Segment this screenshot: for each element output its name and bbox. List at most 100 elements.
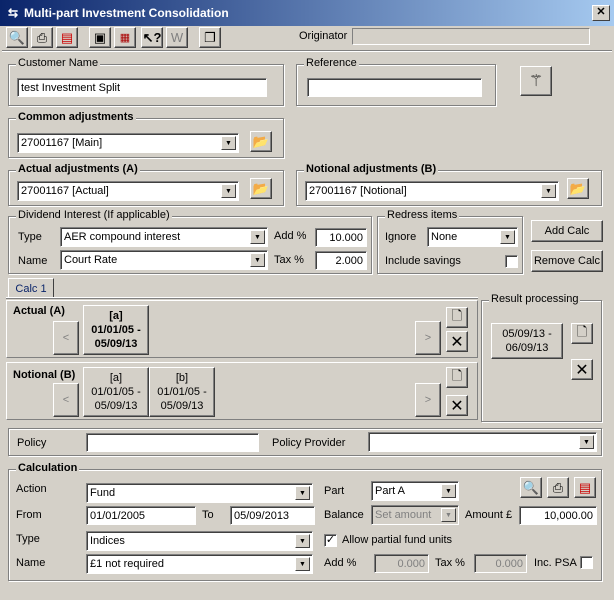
notional-prev-button[interactable]: < (53, 383, 79, 417)
redress-ignore-value: None (431, 231, 458, 243)
dividend-interest-group: Dividend Interest (If applicable) Type A… (8, 209, 372, 274)
dividend-add-input[interactable]: 10.000 (315, 228, 367, 247)
magic-wand-button[interactable]: ⚚ (520, 66, 552, 96)
help-button[interactable]: ↖? (141, 27, 163, 48)
copy-button[interactable]: ❐ (199, 27, 221, 48)
actual-adjustments-select[interactable]: 27001167 [Actual] ▼ (17, 181, 239, 201)
calc-preview-button[interactable]: 🔍 (520, 477, 542, 498)
part-select[interactable]: Part A ▼ (371, 481, 459, 501)
actual-parts-panel: Actual (A) < [a] 01/01/05 - 05/09/13 > 🗋… (6, 300, 478, 358)
customer-name-legend: Customer Name (16, 57, 101, 69)
dividend-name-select[interactable]: Court Rate ▼ (60, 250, 268, 270)
window-title: Multi-part Investment Consolidation (24, 6, 229, 20)
chevron-down-icon[interactable]: ▼ (579, 435, 594, 449)
delete-button[interactable]: ▦ (114, 27, 136, 48)
redress-ignore-select[interactable]: None ▼ (427, 227, 518, 247)
action-select[interactable]: Fund ▼ (86, 483, 313, 503)
policy-input[interactable] (86, 433, 259, 452)
customer-name-group: Customer Name test Investment Split (8, 57, 284, 106)
app-icon: ⇆ (7, 6, 19, 20)
notional-parts-panel: Notional (B) < [a] 01/01/05 - 05/09/13 [… (6, 362, 478, 420)
notional-adjustments-select[interactable]: 27001167 [Notional] ▼ (305, 181, 559, 201)
from-date-input[interactable]: 01/01/2005 (86, 506, 196, 525)
dividend-tax-input[interactable]: 2.000 (315, 251, 367, 270)
calc-add-input[interactable]: 0.000 (374, 554, 429, 573)
actual-next-button[interactable]: > (415, 321, 441, 355)
floppy-disk-icon: ▣ (93, 29, 107, 45)
result-new-button[interactable]: 🗋 (571, 323, 593, 344)
notional-part-b-button[interactable]: [b] 01/01/05 - 05/09/13 (149, 367, 215, 417)
balance-select[interactable]: Set amount ▼ (371, 505, 459, 525)
chevron-down-icon[interactable]: ▼ (221, 184, 236, 198)
title-bar: ⇆ Multi-part Investment Consolidation ✕ (0, 0, 614, 26)
to-date-input[interactable]: 05/09/2013 (230, 506, 315, 525)
actual-adjustments-open-button[interactable]: 📂 (250, 178, 272, 199)
chevron-down-icon[interactable]: ▼ (221, 136, 236, 150)
tab-calc-1[interactable]: Calc 1 (8, 278, 54, 298)
customer-name-input[interactable]: test Investment Split (17, 78, 267, 97)
chevron-down-icon[interactable]: ▼ (295, 557, 310, 571)
notional-part-a-button[interactable]: [a] 01/01/05 - 05/09/13 (83, 367, 149, 417)
allow-partial-units-checkbox[interactable]: ✓ (324, 534, 337, 547)
notional-next-button[interactable]: > (415, 383, 441, 417)
policy-group: Policy Policy Provider ▼ (8, 428, 602, 456)
pdf-button[interactable]: ▤ (56, 27, 78, 48)
word-document-icon: W (170, 30, 184, 45)
common-adjustments-open-button[interactable]: 📂 (250, 131, 272, 152)
calc-tax-input[interactable]: 0.000 (474, 554, 527, 573)
printer-icon: ⎙ (552, 479, 564, 495)
add-calc-button[interactable]: Add Calc (531, 220, 603, 242)
actual-adjustments-legend: Actual adjustments (A) (16, 163, 140, 175)
chevron-down-icon[interactable]: ▼ (500, 230, 515, 244)
preview-button[interactable]: 🔍 (6, 27, 28, 48)
chevron-down-icon[interactable]: ▼ (250, 253, 265, 267)
common-adjustments-select[interactable]: 27001167 [Main] ▼ (17, 133, 239, 153)
save-button[interactable]: ▣ (89, 27, 111, 48)
notional-adjustments-open-button[interactable]: 📂 (567, 178, 589, 199)
new-document-icon: 🗋 (451, 307, 463, 323)
word-button[interactable]: W (166, 27, 188, 48)
close-window-button[interactable]: ✕ (592, 5, 610, 21)
print-preview-icon: 🔍 (522, 479, 540, 495)
reference-input[interactable] (307, 78, 482, 97)
printer-icon: ⎙ (36, 29, 48, 45)
chevron-down-icon[interactable]: ▼ (441, 508, 456, 522)
pdf-icon: ▤ (578, 479, 592, 495)
actual-prev-button[interactable]: < (53, 321, 79, 355)
result-delete-button[interactable]: ✕ (571, 359, 593, 380)
calc-print-button[interactable]: ⎙ (547, 477, 569, 498)
type-select[interactable]: Indices ▼ (86, 531, 313, 551)
type-value: Indices (90, 535, 125, 547)
actual-part-a-button[interactable]: [a] 01/01/05 - 05/09/13 (83, 305, 149, 355)
chevron-down-icon[interactable]: ▼ (295, 486, 310, 500)
print-button[interactable]: ⎙ (31, 27, 53, 48)
chevron-down-icon[interactable]: ▼ (441, 484, 456, 498)
include-savings-checkbox[interactable] (505, 255, 518, 268)
calc-pdf-button[interactable]: ▤ (574, 477, 596, 498)
part-tag: [b] (175, 372, 189, 384)
notional-new-part-button[interactable]: 🗋 (446, 367, 468, 388)
notional-delete-part-button[interactable]: ✕ (446, 395, 468, 416)
actual-new-part-button[interactable]: 🗋 (446, 307, 468, 328)
result-part-button[interactable]: 05/09/13 - 06/09/13 (491, 323, 563, 359)
inc-psa-checkbox[interactable] (580, 556, 593, 569)
chevron-down-icon[interactable]: ▼ (541, 184, 556, 198)
part-dates: 01/01/05 - (157, 386, 207, 398)
dividend-type-select[interactable]: AER compound interest ▼ (60, 227, 268, 247)
chevron-down-icon[interactable]: ▼ (295, 534, 310, 548)
calculation-legend: Calculation (16, 462, 80, 474)
chevron-down-icon[interactable]: ▼ (250, 230, 265, 244)
close-icon: ✕ (575, 361, 589, 379)
part-dates-end: 05/09/13 (94, 338, 138, 350)
actual-delete-part-button[interactable]: ✕ (446, 331, 468, 352)
dividend-name-label: Name (18, 255, 48, 267)
common-adjustments-legend: Common adjustments (16, 111, 136, 123)
amount-input[interactable]: 10,000.00 (519, 506, 597, 525)
remove-calc-button[interactable]: Remove Calc (531, 250, 603, 272)
action-label: Action (16, 483, 47, 495)
calculation-group: Calculation Action Fund ▼ Part Part A ▼ … (8, 462, 602, 581)
copy-windows-icon: ❐ (204, 29, 216, 45)
name-select[interactable]: £1 not required ▼ (86, 554, 313, 574)
open-folder-icon: 📂 (252, 180, 270, 196)
policy-provider-select[interactable]: ▼ (368, 432, 597, 452)
